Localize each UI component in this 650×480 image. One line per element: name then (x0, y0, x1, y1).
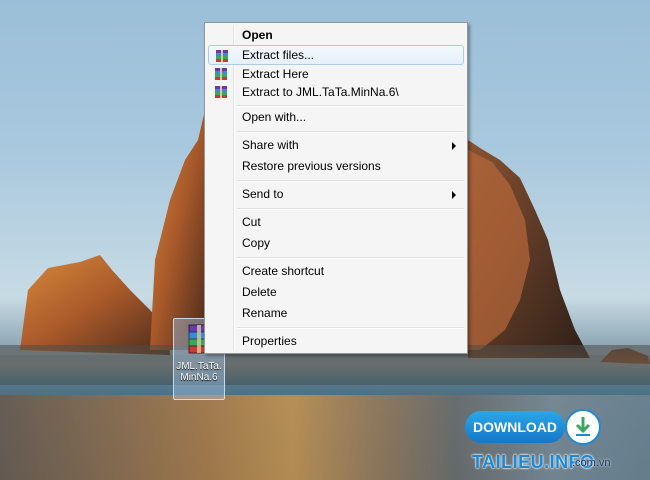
menu-separator (237, 257, 464, 259)
menu-item-label: Extract Here (242, 67, 309, 81)
menu-item-open-with[interactable]: Open with... (208, 107, 464, 127)
menu-item-delete[interactable]: Delete (208, 282, 464, 302)
menu-item-label: Rename (242, 306, 288, 320)
menu-item-label: Extract to JML.TaTa.MinNa.6\ (242, 85, 399, 99)
menu-item-label: Open (242, 28, 273, 42)
desktop-file-label: JML.TaTa.MinNa.6 (176, 361, 222, 383)
winrar-icon (216, 50, 228, 62)
menu-item-label: Delete (242, 285, 277, 299)
menu-separator (237, 208, 464, 210)
menu-item-restore-previous-versions[interactable]: Restore previous versions (208, 156, 464, 176)
download-arrow-icon (565, 409, 601, 445)
menu-item-extract-files[interactable]: Extract files... (208, 45, 464, 65)
submenu-arrow-icon (452, 142, 456, 150)
menu-item-label: Share with (242, 138, 299, 152)
menu-item-label: Extract files... (242, 48, 315, 62)
menu-item-share-with[interactable]: Share with (208, 135, 464, 155)
menu-item-rename[interactable]: Rename (208, 303, 464, 323)
menu-item-open[interactable]: Open (208, 25, 464, 45)
menu-item-properties[interactable]: Properties (208, 331, 464, 351)
menu-item-label: Copy (242, 236, 271, 250)
menu-item-extract-to[interactable]: Extract to JML.TaTa.MinNa.6\ (208, 82, 464, 102)
menu-item-label: Cut (242, 215, 261, 229)
context-menu: Open Extract files... Extract Here Extra… (204, 22, 468, 354)
menu-separator (237, 327, 464, 329)
menu-item-cut[interactable]: Cut (208, 212, 464, 232)
watermark-domain: .com.vn (572, 457, 611, 469)
menu-item-label: Properties (242, 334, 297, 348)
menu-item-copy[interactable]: Copy (208, 233, 464, 253)
menu-item-extract-here[interactable]: Extract Here (208, 64, 464, 84)
winrar-icon (215, 68, 227, 80)
menu-item-label: Create shortcut (242, 264, 325, 278)
menu-item-label: Open with... (242, 110, 307, 124)
menu-separator (237, 180, 464, 182)
menu-item-label: Send to (242, 187, 284, 201)
menu-item-label: Restore previous versions (242, 159, 381, 173)
menu-separator (237, 131, 464, 133)
download-badge[interactable]: DOWNLOAD (465, 411, 565, 443)
submenu-arrow-icon (452, 191, 456, 199)
winrar-icon (215, 86, 227, 98)
menu-item-create-shortcut[interactable]: Create shortcut (208, 261, 464, 281)
menu-item-send-to[interactable]: Send to (208, 184, 464, 204)
